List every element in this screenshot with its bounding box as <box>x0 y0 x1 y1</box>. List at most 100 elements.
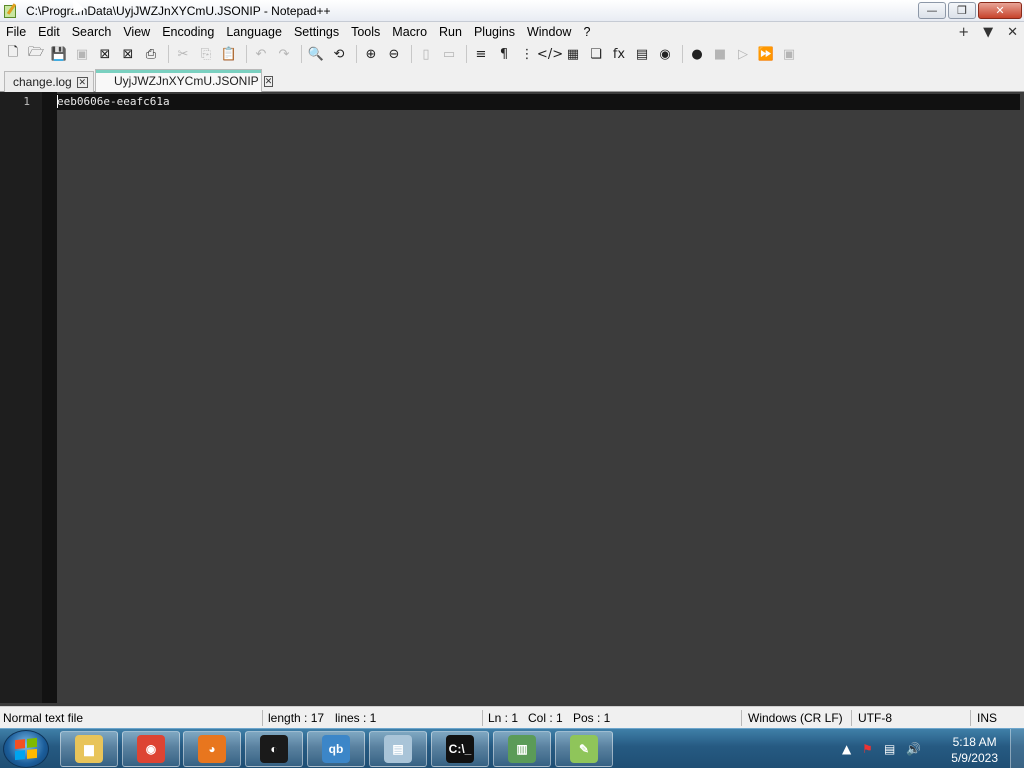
command-prompt-icon: C:\_ <box>446 735 474 763</box>
tab-bar: change.log ✕ UyjJWZJnXYCmU.JSONIP ✕ <box>0 66 1024 92</box>
taskbar-app-notes[interactable]: ▤ <box>369 731 427 767</box>
menu-search[interactable]: Search <box>66 22 118 42</box>
sync-vertical-icon: ▯ <box>422 46 430 62</box>
taskbar-app-cmd[interactable]: C:\_ <box>431 731 489 767</box>
menu-plugins[interactable]: Plugins <box>468 22 521 42</box>
tab-change-log[interactable]: change.log ✕ <box>4 71 94 92</box>
save-all-icon: ▣ <box>75 46 89 62</box>
find-icon[interactable]: 🔍 <box>306 44 326 64</box>
editor-area[interactable]: 1 eeb0606e-eeafc61a <box>0 92 1024 703</box>
status-separator <box>262 710 263 726</box>
status-length: length : 17 <box>268 711 325 725</box>
show-all-chars-icon[interactable]: ¶ <box>494 44 514 64</box>
taskbar-app-qbittorrent[interactable]: qb <box>307 731 365 767</box>
zoom-out-icon[interactable]: ⊖ <box>384 44 404 64</box>
function-list-icon[interactable]: fx <box>609 44 629 64</box>
show-hidden-icons-icon[interactable]: ▲ <box>842 742 851 756</box>
taskbar: ▆ ◉ ◕ ◐ qb ▤ C:\_ ▥ ✎ ▲ ⚑ ▤ 🔊 5:18 AM 5/9/2023 <box>0 728 1024 768</box>
paste-icon: 📋 <box>220 46 238 62</box>
cut-icon: ✂ <box>177 46 189 62</box>
status-bar: Normal text file length : 17 lines : 1 L… <box>0 706 1024 728</box>
close-document-icon[interactable]: ✕ <box>1007 25 1018 40</box>
close-button[interactable]: ✕ <box>978 2 1022 19</box>
tab-close-icon[interactable]: ✕ <box>76 76 88 88</box>
minimize-button[interactable]: — <box>918 2 946 19</box>
fold-margin[interactable] <box>42 92 57 703</box>
status-insert-mode[interactable]: INS <box>977 711 997 725</box>
editor-text[interactable]: eeb0606e-eeafc61a <box>57 95 170 108</box>
status-ln: Ln : 1 <box>488 711 519 725</box>
word-wrap-icon[interactable]: ≡ <box>471 44 491 64</box>
zoom-in-icon[interactable]: ⊕ <box>361 44 381 64</box>
clock[interactable]: 5:18 AM 5/9/2023 <box>951 734 998 766</box>
menu-help[interactable]: ? <box>577 22 596 42</box>
document-list-icon[interactable]: ❏ <box>586 44 606 64</box>
save-macro-icon: ▣ <box>782 46 796 62</box>
new-file-icon[interactable]: 🗋 <box>3 44 23 64</box>
firefox-icon: ◕ <box>198 735 226 763</box>
taskbar-app-firefox[interactable]: ◕ <box>183 731 241 767</box>
status-eol[interactable]: Windows (CR LF) <box>748 711 843 725</box>
menu-settings[interactable]: Settings <box>288 22 345 42</box>
toolbar: 🗋 🗁 💾 ▣ ⊠ ⊠ ⎙ ✂ ⎘ 📋 ↶ ↷ 🔍 ⟲ ⊕ ⊖ ▯ ▭ ≡ ¶ ⋮ </> ▦ ❏ fx ▤ ◉ ● ■ ▷ ⏩ ▣ <box>0 42 1024 66</box>
toolbar-separator <box>246 45 247 63</box>
status-separator <box>482 710 483 726</box>
document-map-icon[interactable]: ▦ <box>563 44 583 64</box>
window-controls: — ❐ ✕ <box>918 2 1022 19</box>
tab-jsonip-active[interactable]: UyjJWZJnXYCmU.JSONIP ✕ <box>95 69 274 92</box>
media-player-icon: ◐ <box>260 735 288 763</box>
record-macro-icon[interactable]: ● <box>687 44 707 64</box>
menu-language[interactable]: Language <box>220 22 288 42</box>
menu-window[interactable]: Window <box>521 22 577 42</box>
tab-list-icon[interactable]: ▼ <box>983 25 993 40</box>
status-separator <box>970 710 971 726</box>
start-button[interactable] <box>3 730 49 768</box>
menu-edit[interactable]: Edit <box>32 22 66 42</box>
toolbar-separator <box>356 45 357 63</box>
current-line-highlight <box>57 94 1020 110</box>
close-file-icon[interactable]: ⊠ <box>95 44 115 64</box>
tab-close-icon[interactable]: ✕ <box>263 75 274 87</box>
taskbar-app-chrome[interactable]: ◉ <box>122 731 180 767</box>
monitoring-icon[interactable]: ◉ <box>655 44 675 64</box>
menu-macro[interactable]: Macro <box>386 22 433 42</box>
toolbar-separator <box>168 45 169 63</box>
stop-recording-icon: ■ <box>713 46 727 62</box>
menu-right-controls: + ▼ ✕ <box>958 22 1018 42</box>
menu-file[interactable]: File <box>0 22 32 42</box>
toolbar-separator <box>301 45 302 63</box>
show-desktop-button[interactable] <box>1010 729 1024 768</box>
maximize-button[interactable]: ❐ <box>948 2 976 19</box>
volume-icon[interactable]: 🔊 <box>906 742 921 756</box>
folder-as-workspace-icon[interactable]: ▤ <box>632 44 652 64</box>
line-number: 1 <box>23 95 30 108</box>
print-icon[interactable]: ⎙ <box>141 44 161 64</box>
status-encoding[interactable]: UTF-8 <box>858 711 892 725</box>
menu-run[interactable]: Run <box>433 22 468 42</box>
replace-icon[interactable]: ⟲ <box>329 44 349 64</box>
taskbar-app-network[interactable]: ▥ <box>493 731 551 767</box>
notepadpp-icon: ✎ <box>570 735 598 763</box>
title-bar[interactable]: C:\ProgramData\UyjJWZJnXYCmU.JSONIP - No… <box>0 0 1024 22</box>
notebook-icon: ▤ <box>384 735 412 763</box>
taskbar-app-media[interactable]: ◐ <box>245 731 303 767</box>
menu-encoding[interactable]: Encoding <box>156 22 220 42</box>
indent-guide-icon[interactable]: ⋮ <box>517 44 537 64</box>
tab-label: UyjJWZJnXYCmU.JSONIP <box>114 74 259 88</box>
taskbar-app-explorer[interactable]: ▆ <box>60 731 118 767</box>
network-icon[interactable]: ▤ <box>884 742 895 756</box>
close-all-icon[interactable]: ⊠ <box>118 44 138 64</box>
new-tab-icon[interactable]: + <box>958 25 969 40</box>
menu-view[interactable]: View <box>117 22 156 42</box>
status-lines: lines : 1 <box>335 711 377 725</box>
taskbar-app-notepadpp[interactable]: ✎ <box>555 731 613 767</box>
xml-tags-icon[interactable]: </> <box>537 44 563 64</box>
notepadpp-app-icon[interactable] <box>3 2 19 19</box>
chrome-icon: ◉ <box>137 735 165 763</box>
run-macro-multiple-icon[interactable]: ⏩ <box>756 44 776 64</box>
undo-icon: ↶ <box>255 46 267 62</box>
action-center-icon[interactable]: ⚑ <box>862 742 873 756</box>
menu-tools[interactable]: Tools <box>345 22 386 42</box>
qbittorrent-icon: qb <box>322 735 350 763</box>
open-folder-icon[interactable]: 🗁 <box>26 44 46 64</box>
